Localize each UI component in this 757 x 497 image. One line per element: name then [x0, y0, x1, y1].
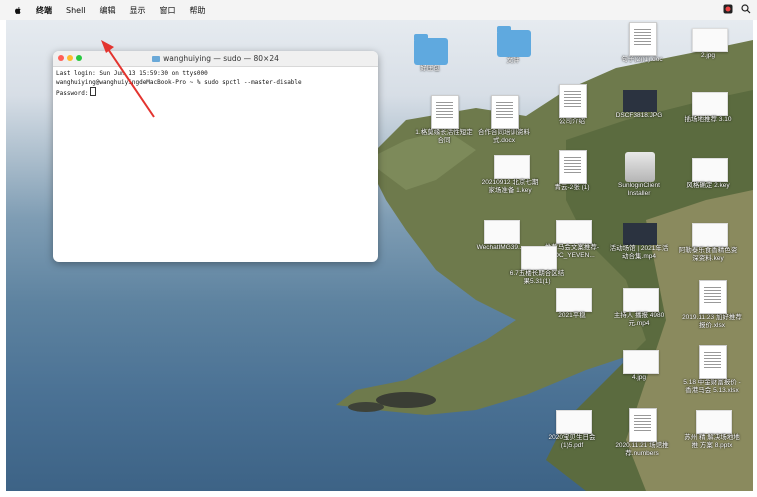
menu-edit[interactable]: 编辑	[100, 5, 116, 16]
menu-view[interactable]: 显示	[130, 5, 146, 16]
desktop-icon[interactable]: 插场地推荐 3.10	[685, 92, 731, 124]
desktop-icon[interactable]: 20210912 北京七期家场准备 1.key	[482, 155, 538, 195]
app-status-icon[interactable]	[723, 4, 733, 14]
desktop-icon[interactable]: 2020宝贝生日会 (1)5.pdf	[549, 410, 595, 450]
desktop-icon[interactable]: WechatIMG39...	[477, 220, 523, 252]
desktop-icon[interactable]: DSCF3818.JPG	[616, 90, 662, 120]
document-icon	[431, 95, 459, 129]
folder-icon	[497, 26, 531, 57]
terminal-title: wanghuiying — sudo — 80×24	[163, 54, 279, 63]
image-thumbnail-icon	[521, 246, 557, 270]
document-icon	[559, 84, 587, 118]
document-icon	[629, 22, 657, 56]
close-button[interactable]	[58, 55, 64, 61]
zoom-button[interactable]	[76, 55, 82, 61]
terminal-window[interactable]: wanghuiying — sudo — 80×24 Last login: S…	[53, 51, 378, 262]
image-thumbnail-icon	[556, 220, 592, 244]
menu-terminal[interactable]: 终端	[36, 5, 52, 16]
menu-help[interactable]: 帮助	[190, 5, 206, 16]
folder-icon	[152, 56, 161, 62]
desktop-icon[interactable]: 公司介绍	[556, 84, 590, 126]
menu-bar: 终端 Shell 编辑 显示 窗口 帮助	[0, 0, 757, 20]
desktop-icon[interactable]: 活动场馆 | 2021年活动合集.mp4	[610, 223, 668, 261]
frame-border	[0, 491, 757, 497]
terminal-titlebar[interactable]: wanghuiying — sudo — 80×24	[53, 51, 378, 67]
menu-shell[interactable]: Shell	[66, 6, 86, 15]
desktop-icon[interactable]: 主持人 播报 4980元.mp4	[614, 288, 664, 328]
terminal-output[interactable]: Last login: Sun Jun 13 15:59:30 on ttys0…	[53, 67, 378, 102]
spreadsheet-icon	[699, 280, 727, 314]
desktop-icon[interactable]: 句子(2)(1).doc	[621, 22, 663, 64]
image-thumbnail-icon	[556, 288, 592, 312]
image-thumbnail-icon	[692, 28, 728, 52]
password-prompt[interactable]: Password:	[56, 87, 375, 99]
desktop-icon[interactable]: 5.18 中金财富报价 - 香港马会 5.13.xlsx	[683, 345, 741, 395]
desktop-icon[interactable]: 2.jpg	[692, 28, 728, 60]
desktop-icon[interactable]: 推荐马会文案推荐-DOC_YEVEN...	[545, 220, 599, 260]
document-icon	[559, 150, 587, 184]
menu-window[interactable]: 窗口	[160, 5, 176, 16]
desktop-icon[interactable]: SunloginClient Installer	[618, 152, 660, 198]
desktop-icon[interactable]: 4.jpg	[623, 350, 659, 382]
desktop-icon[interactable]: 2021平稳	[556, 288, 592, 320]
desktop-icon[interactable]: 青云-2张 (1)	[554, 150, 590, 192]
image-thumbnail-icon	[696, 410, 732, 434]
document-icon	[491, 95, 519, 129]
spreadsheet-icon	[629, 408, 657, 442]
image-thumbnail-icon	[484, 220, 520, 244]
minimize-button[interactable]	[67, 55, 73, 61]
image-thumbnail-icon	[623, 288, 659, 312]
image-thumbnail-icon	[623, 350, 659, 374]
desktop: wanghuiying — sudo — 80×24 Last login: S…	[6, 20, 753, 491]
image-thumbnail-icon	[623, 90, 657, 112]
desktop-icon[interactable]: 2020.11.21 场馆推荐.numbers	[615, 408, 669, 458]
desktop-icon[interactable]: 2019.11.23 加好推荐报价.xlsx	[682, 280, 742, 330]
desktop-icon[interactable]: 阿勒泰乐食香精色资深资料.key	[679, 223, 737, 263]
terminal-line: wanghuiying@wanghuiyingdeMacBook-Pro ~ %…	[56, 78, 302, 86]
desktop-icon[interactable]: 6.7五楼长期合区结果5.31(1)	[510, 246, 564, 286]
desktop-icon[interactable]: 1.格莫缘长活性短定合同	[415, 95, 473, 145]
apple-icon[interactable]	[14, 6, 22, 15]
desktop-icon[interactable]: 风格确定 2.key	[686, 158, 730, 190]
installer-icon	[625, 152, 655, 182]
desktop-icon[interactable]: 合作合同培训资料式.docx	[478, 95, 530, 145]
image-thumbnail-icon	[692, 92, 728, 116]
desktop-icon[interactable]: 文件	[497, 26, 531, 65]
search-icon[interactable]	[741, 4, 751, 14]
terminal-line: Last login: Sun Jun 13 15:59:30 on ttys0…	[56, 70, 208, 77]
desktop-icon[interactable]: 苏州 精 解决场地地推 方案 8.pptx	[684, 410, 740, 450]
image-thumbnail-icon	[494, 155, 530, 179]
image-thumbnail-icon	[692, 158, 728, 182]
desktop-icon[interactable]: 好压包	[414, 34, 448, 73]
image-thumbnail-icon	[692, 223, 728, 247]
folder-icon	[414, 34, 448, 65]
image-thumbnail-icon	[623, 223, 657, 245]
image-thumbnail-icon	[556, 410, 592, 434]
text-cursor	[89, 87, 96, 96]
spreadsheet-icon	[699, 345, 727, 379]
